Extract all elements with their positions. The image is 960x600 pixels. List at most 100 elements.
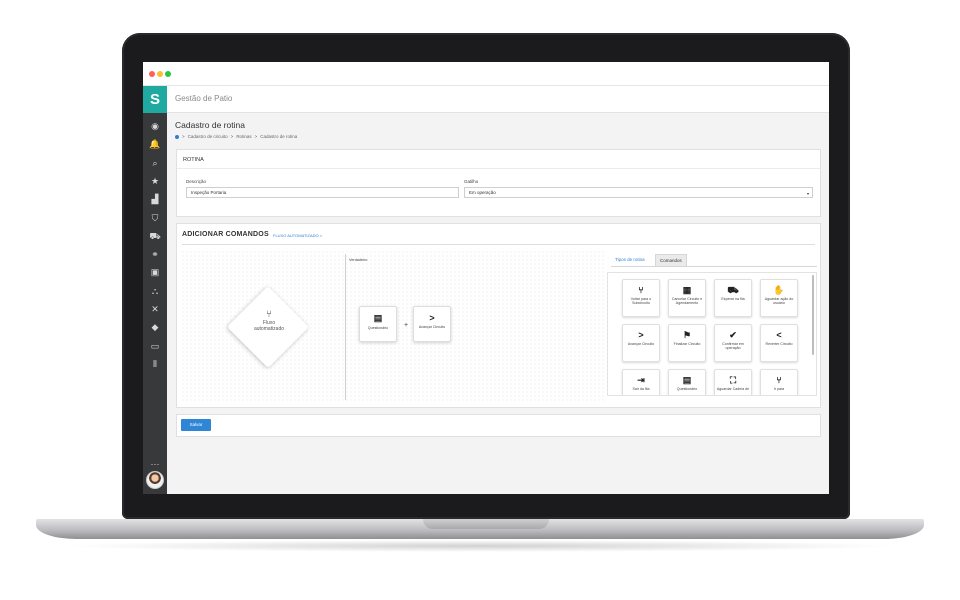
truck-icon[interactable]: ⛟ [143, 228, 167, 244]
breadcrumb: > Cadastro de circuito > Rotinas > Cadastro d… [175, 134, 300, 139]
divider [177, 168, 820, 169]
chevron-right-icon: > [429, 313, 435, 323]
tab-comandos[interactable]: Comandos [655, 254, 687, 266]
laptop-shadow [60, 540, 900, 552]
page-title: Cadastro de rotina [175, 120, 245, 130]
command-card[interactable]: > Avançar Circuito [622, 324, 660, 362]
command-card-label: Finalizar Circuito [673, 342, 701, 346]
questionnaire-icon: ▤ [373, 313, 383, 323]
breadcrumb-item[interactable]: Rotinas [236, 134, 251, 139]
gatilho-value: Em operação [469, 190, 496, 195]
fluxo-automatizado-link[interactable]: FLUXO AUTOMATIZADO > [273, 233, 322, 238]
gatilho-select[interactable]: Em operação ▾ [464, 187, 813, 198]
command-card[interactable]: ⚑ Finalizar Circuito [668, 324, 706, 362]
flag-icon: ⚑ [682, 330, 692, 340]
hand-icon: ✋ [773, 285, 785, 295]
app-title: Gestão de Patio [175, 94, 233, 103]
flow-diamond-label: ⑂ Fluxo automatizado [247, 309, 291, 332]
breadcrumb-separator: > [254, 134, 258, 139]
branch-icon: ⑂ [776, 375, 782, 385]
chevron-left-icon: < [776, 330, 782, 340]
diamond-line-2: automatizado [253, 326, 285, 332]
save-button[interactable]: Salvar [181, 419, 211, 431]
command-card-label: Aguardar ação do usuário [764, 297, 794, 306]
bell-icon[interactable]: 🔔 [143, 136, 167, 152]
descricao-label: Descrição [186, 179, 207, 184]
command-card[interactable]: ⇥ Sair da fila [622, 369, 660, 395]
app-header: Gestão de Patio [167, 86, 829, 113]
gatilho-label: Gatilho [464, 179, 479, 184]
command-card[interactable]: ⛶ Aguardar Cadeia de [714, 369, 752, 395]
chevron-right-icon: > [638, 330, 644, 340]
command-card[interactable]: ▤ Questionário [668, 369, 706, 395]
shield-icon[interactable]: ⛉ [143, 210, 167, 226]
palette-scrollbar[interactable] [812, 275, 814, 355]
command-card-label: Voltar para o Subcircuito [630, 297, 652, 306]
comandos-title: ADICIONAR COMANDOS [182, 231, 269, 238]
footer-panel [176, 414, 821, 437]
command-card[interactable]: ✔ Confirmar em operação [714, 324, 752, 362]
flow-node[interactable]: > Avançar Circuito [413, 306, 451, 342]
command-card-label: Esperar na fila [721, 297, 745, 301]
check-circle-icon: ✔ [729, 330, 737, 340]
columns-icon[interactable]: ⦀ [143, 356, 167, 372]
star-icon[interactable]: ★ [143, 173, 167, 189]
calendar-x-icon: ▦ [682, 285, 692, 295]
diamond-icon[interactable]: ◆ [143, 319, 167, 335]
search-icon[interactable]: ⌕ [143, 155, 167, 171]
tab-tipos-de-rotina[interactable]: Tipos de rotina [611, 254, 649, 266]
add-connector[interactable]: + [404, 322, 408, 329]
command-card-label: Avançar Circuito [627, 342, 655, 346]
tag-icon[interactable]: ⛬ [143, 283, 167, 299]
breadcrumb-separator: > [230, 134, 234, 139]
command-card-label: Ir para [773, 387, 785, 391]
more-icon[interactable]: ··· [143, 456, 167, 472]
flow-node[interactable]: ▤ Questionário [359, 306, 397, 342]
maximize-window-dot[interactable] [165, 71, 171, 77]
user-circle-icon[interactable]: ◉ [143, 118, 167, 134]
command-card-label: Confirmar em operação [722, 342, 744, 351]
command-card[interactable]: ▦ Cancelar Circuito e Agendamento [668, 279, 706, 317]
command-card-label: Sair da fila [632, 387, 650, 391]
comandos-panel: ADICIONAR COMANDOS FLUXO AUTOMATIZADO > … [176, 223, 821, 408]
command-card[interactable]: ⛟ Esperar na fila [714, 279, 752, 317]
palette-tabs: Tipos de rotina Comandos [611, 254, 817, 266]
commands-palette[interactable]: ⑂ Voltar para o Subcircuito ▦ Cancelar Circ… [607, 272, 817, 396]
questionnaire-icon: ▤ [682, 375, 692, 385]
tools-icon[interactable]: ✕ [143, 301, 167, 317]
rotina-panel: ROTINA Descrição Inspeção Portaria Gatil… [176, 149, 821, 217]
minimize-window-dot[interactable] [157, 71, 163, 77]
avatar[interactable] [146, 471, 164, 489]
breadcrumb-item[interactable]: Cadastro de rotina [260, 134, 297, 139]
command-card[interactable]: ⑂ Ir para [760, 369, 798, 395]
screen: S ◉ 🔔 ⌕ ★ ▟ ⛉ ⛟ ⚭ ▣ ⛬ ✕ ◆ ▭ ⦀ ··· Gestão de Patio Cada… [143, 62, 829, 494]
exit-icon: ⇥ [637, 375, 645, 385]
briefcase-icon[interactable]: ▣ [143, 264, 167, 280]
branch-divider [345, 254, 346, 400]
monitor-icon[interactable]: ▭ [143, 338, 167, 354]
branch-icon: ⑂ [266, 309, 272, 320]
sidebar: S ◉ 🔔 ⌕ ★ ▟ ⛉ ⛟ ⚭ ▣ ⛬ ✕ ◆ ▭ ⦀ ··· [143, 86, 167, 494]
descricao-input[interactable]: Inspeção Portaria [186, 187, 459, 198]
browser-bar [143, 62, 829, 86]
home-icon[interactable] [175, 134, 179, 139]
command-card[interactable]: ✋ Aguardar ação do usuário [760, 279, 798, 317]
breadcrumb-separator: > [182, 134, 185, 139]
command-card-label: Aguardar Cadeia de [716, 387, 750, 391]
divider [182, 244, 815, 245]
handshake-icon[interactable]: ⚭ [143, 246, 167, 262]
command-card[interactable]: ⑂ Voltar para o Subcircuito [622, 279, 660, 317]
command-card[interactable]: < Reverter Circuito [760, 324, 798, 362]
branch-icon: ⑂ [638, 285, 644, 295]
binoculars-icon: ⛶ [729, 375, 737, 385]
app-logo[interactable]: S [143, 86, 167, 113]
close-window-dot[interactable] [149, 71, 155, 77]
chart-icon[interactable]: ▟ [143, 191, 167, 207]
rotina-section-title: ROTINA [183, 157, 204, 163]
flow-canvas[interactable]: ⑂ Fluxo automatizado Verdadeiro ▤ Questio… [181, 250, 605, 403]
command-card-label: Reverter Circuito [765, 342, 793, 346]
laptop-notch [423, 519, 549, 529]
truck-icon: ⛟ [727, 285, 739, 295]
verdadeiro-label: Verdadeiro [349, 258, 368, 262]
breadcrumb-item[interactable]: Cadastro de circuito [188, 134, 228, 139]
